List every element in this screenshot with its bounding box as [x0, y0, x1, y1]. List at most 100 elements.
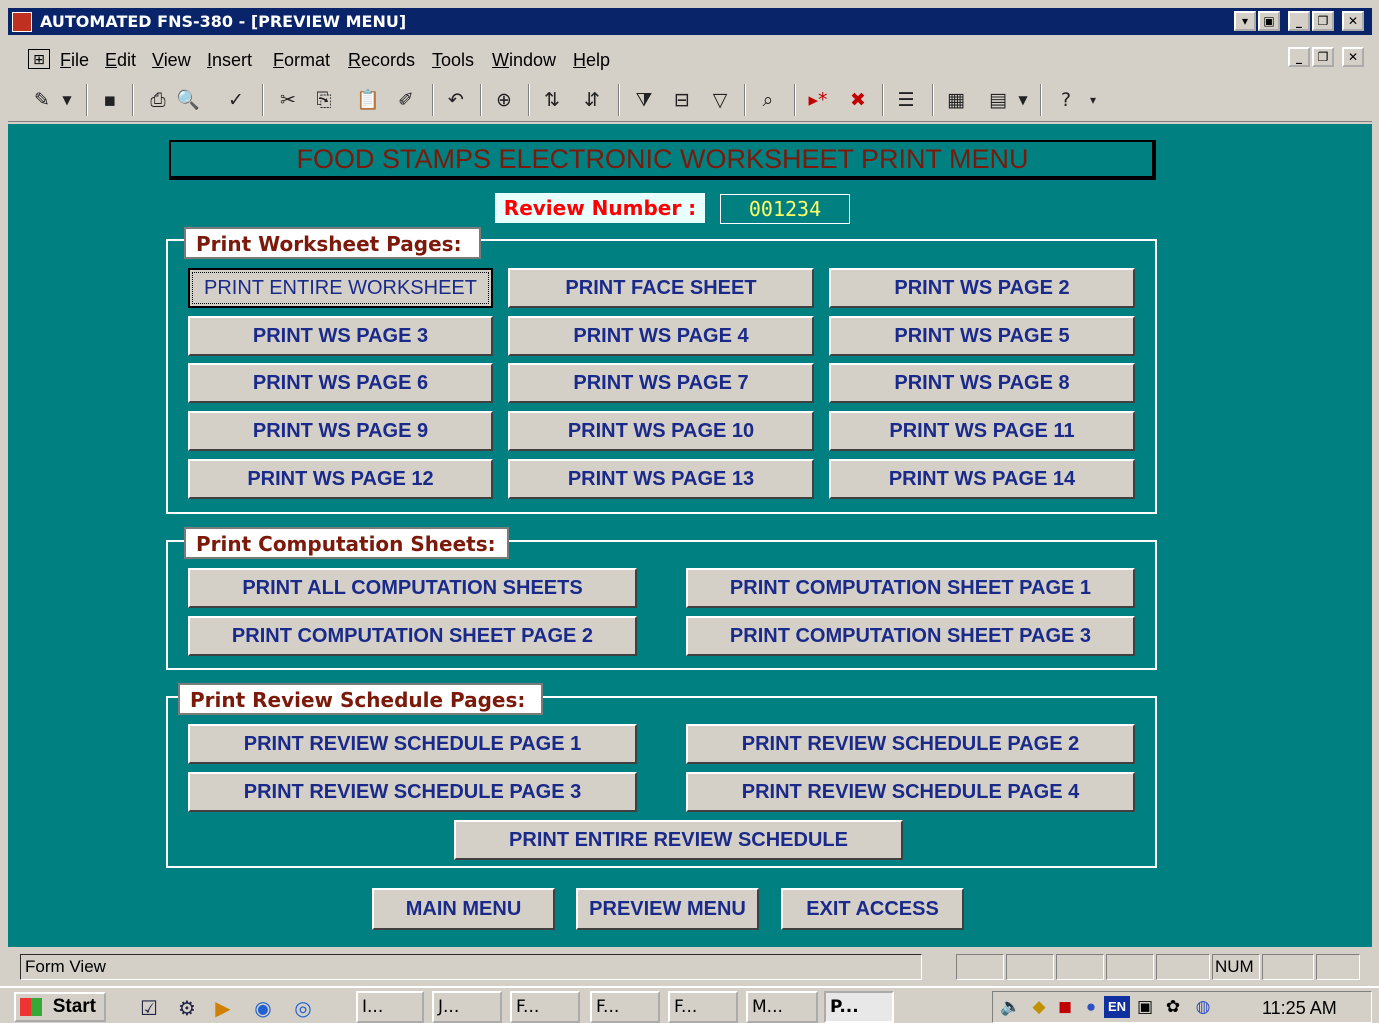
taskbar-task[interactable]: M... — [746, 991, 818, 1023]
minimize-icon[interactable]: _ — [1288, 11, 1310, 31]
filter-by-form-icon[interactable]: ⊟ — [668, 86, 696, 114]
print-ws-page-8-button[interactable]: PRINT WS PAGE 8 — [829, 363, 1135, 403]
review-number-label: Review Number : — [495, 193, 705, 223]
menu-window[interactable]: Window — [492, 49, 556, 71]
new-object-icon[interactable]: ▤ — [984, 86, 1012, 114]
taskbar-task[interactable]: J... — [432, 991, 502, 1023]
close-icon[interactable]: ✕ — [1342, 11, 1364, 31]
ati-icon[interactable]: ◼ — [1054, 996, 1076, 1018]
print-icon[interactable]: ⎙ — [144, 86, 172, 114]
print-entire-worksheet-button[interactable]: PRINT ENTIRE WORKSHEET — [188, 268, 493, 308]
taskbar-task[interactable]: F... — [510, 991, 580, 1023]
access-app-icon[interactable] — [12, 12, 32, 32]
menu-help[interactable]: Help — [573, 49, 610, 71]
tray-app-icon[interactable]: ◆ — [1028, 996, 1050, 1018]
doc-restore-icon[interactable]: ❐ — [1312, 47, 1334, 67]
exit-access-button[interactable]: EXIT ACCESS — [781, 888, 964, 930]
save-icon[interactable]: ▪ — [96, 86, 124, 114]
print-ws-page-11-button[interactable]: PRINT WS PAGE 11 — [829, 411, 1135, 451]
paste-icon[interactable]: 📋 — [354, 86, 382, 114]
print-ws-page-7-button[interactable]: PRINT WS PAGE 7 — [508, 363, 814, 403]
menu-insert[interactable]: Insert — [207, 49, 252, 71]
hyperlink-icon[interactable]: ⊕ — [490, 86, 518, 114]
print-ws-page-6-button[interactable]: PRINT WS PAGE 6 — [188, 363, 493, 403]
quicklaunch-app-icon[interactable]: ⚙ — [174, 996, 200, 1020]
messenger-icon[interactable]: ▣ — [1134, 996, 1156, 1018]
main-menu-button[interactable]: MAIN MENU — [372, 888, 555, 930]
review-number-field[interactable]: 001234 — [720, 194, 850, 224]
menu-format[interactable]: Format — [273, 49, 330, 71]
toolbar-separator — [618, 84, 620, 116]
restore-icon[interactable]: ❐ — [1312, 11, 1334, 31]
taskbar-task-active[interactable]: P... — [824, 991, 894, 1023]
form-icon[interactable]: ⊞ — [28, 49, 50, 69]
print-entire-review-schedule-button[interactable]: PRINT ENTIRE REVIEW SCHEDULE — [454, 820, 903, 860]
undo-icon[interactable]: ↶ — [442, 86, 470, 114]
browser-icon[interactable]: ◎ — [290, 996, 316, 1020]
filter-by-selection-icon[interactable]: ⧩ — [630, 86, 658, 114]
chevron-down-icon[interactable]: ▼ — [58, 86, 76, 114]
print-review-schedule-page-3-button[interactable]: PRINT REVIEW SCHEDULE PAGE 3 — [188, 772, 637, 812]
menu-records[interactable]: Records — [348, 49, 415, 71]
taskbar-task[interactable]: F... — [668, 991, 738, 1023]
print-ws-page-5-button[interactable]: PRINT WS PAGE 5 — [829, 316, 1135, 356]
design-view-icon[interactable]: ✎ — [28, 86, 56, 114]
chevron-down-icon[interactable]: ▾ — [1084, 86, 1102, 114]
properties-icon[interactable]: ☰ — [892, 86, 920, 114]
preview-menu-button[interactable]: PREVIEW MENU — [576, 888, 759, 930]
print-face-sheet-button[interactable]: PRINT FACE SHEET — [508, 268, 814, 308]
cut-icon[interactable]: ✂ — [274, 86, 302, 114]
print-computation-sheet-page-3-button[interactable]: PRINT COMPUTATION SHEET PAGE 3 — [686, 616, 1135, 656]
print-review-schedule-page-4-button[interactable]: PRINT REVIEW SCHEDULE PAGE 4 — [686, 772, 1135, 812]
language-indicator[interactable]: EN — [1104, 996, 1130, 1018]
print-ws-page-13-button[interactable]: PRINT WS PAGE 13 — [508, 459, 814, 499]
show-desktop-icon[interactable]: ☑ — [136, 996, 162, 1020]
media-player-icon[interactable]: ▶ — [210, 996, 236, 1020]
database-window-icon[interactable]: ▦ — [942, 86, 970, 114]
find-icon[interactable]: ⌕ — [754, 86, 782, 114]
print-ws-page-12-button[interactable]: PRINT WS PAGE 12 — [188, 459, 493, 499]
copy-icon[interactable]: ⎘ — [310, 86, 338, 114]
volume-icon[interactable]: 🔈 — [1000, 996, 1022, 1018]
print-ws-page-4-button[interactable]: PRINT WS PAGE 4 — [508, 316, 814, 356]
toolbar-separator — [744, 84, 746, 116]
new-record-icon[interactable]: ▸* — [804, 86, 832, 114]
delete-record-icon[interactable]: ✖ — [844, 86, 872, 114]
print-review-schedule-page-1-button[interactable]: PRINT REVIEW SCHEDULE PAGE 1 — [188, 724, 637, 764]
status-panel — [1262, 954, 1314, 980]
mdi-menu-icon[interactable]: ▾ — [1234, 11, 1256, 31]
print-ws-page-9-button[interactable]: PRINT WS PAGE 9 — [188, 411, 493, 451]
format-painter-icon[interactable]: ✐ — [392, 86, 420, 114]
review-schedule-group-label: Print Review Schedule Pages: — [178, 683, 543, 715]
mdi-restore-icon[interactable]: ▣ — [1258, 11, 1280, 31]
doc-minimize-icon[interactable]: _ — [1288, 47, 1310, 67]
toolbar-separator — [1040, 84, 1042, 116]
status-panel — [1056, 954, 1104, 980]
quicklaunch-app-icon[interactable]: ◉ — [250, 996, 276, 1020]
print-ws-page-2-button[interactable]: PRINT WS PAGE 2 — [829, 268, 1135, 308]
sort-ascending-icon[interactable]: ⇅ — [538, 86, 566, 114]
print-ws-page-10-button[interactable]: PRINT WS PAGE 10 — [508, 411, 814, 451]
network-icon[interactable]: ● — [1080, 996, 1102, 1018]
print-ws-page-14-button[interactable]: PRINT WS PAGE 14 — [829, 459, 1135, 499]
menu-file[interactable]: File — [60, 49, 89, 71]
menu-view[interactable]: View — [152, 49, 191, 71]
apply-filter-icon[interactable]: ▽ — [706, 86, 734, 114]
sort-descending-icon[interactable]: ⇵ — [578, 86, 606, 114]
print-all-computation-sheets-button[interactable]: PRINT ALL COMPUTATION SHEETS — [188, 568, 637, 608]
print-preview-icon[interactable]: 🔍 — [174, 86, 202, 114]
taskbar-task[interactable]: I... — [356, 991, 424, 1023]
print-computation-sheet-page-2-button[interactable]: PRINT COMPUTATION SHEET PAGE 2 — [188, 616, 637, 656]
print-computation-sheet-page-1-button[interactable]: PRINT COMPUTATION SHEET PAGE 1 — [686, 568, 1135, 608]
spelling-icon[interactable]: ✓ — [222, 86, 250, 114]
taskbar-task[interactable]: F... — [590, 991, 660, 1023]
help-icon[interactable]: ? — [1052, 86, 1080, 114]
tray-app-icon[interactable]: ◍ — [1192, 996, 1214, 1018]
print-review-schedule-page-2-button[interactable]: PRINT REVIEW SCHEDULE PAGE 2 — [686, 724, 1135, 764]
menu-edit[interactable]: Edit — [105, 49, 136, 71]
print-ws-page-3-button[interactable]: PRINT WS PAGE 3 — [188, 316, 493, 356]
chevron-down-icon[interactable]: ▼ — [1014, 86, 1032, 114]
doc-close-icon[interactable]: ✕ — [1342, 47, 1364, 67]
tray-app-icon[interactable]: ✿ — [1162, 996, 1184, 1018]
menu-tools[interactable]: Tools — [432, 49, 474, 71]
